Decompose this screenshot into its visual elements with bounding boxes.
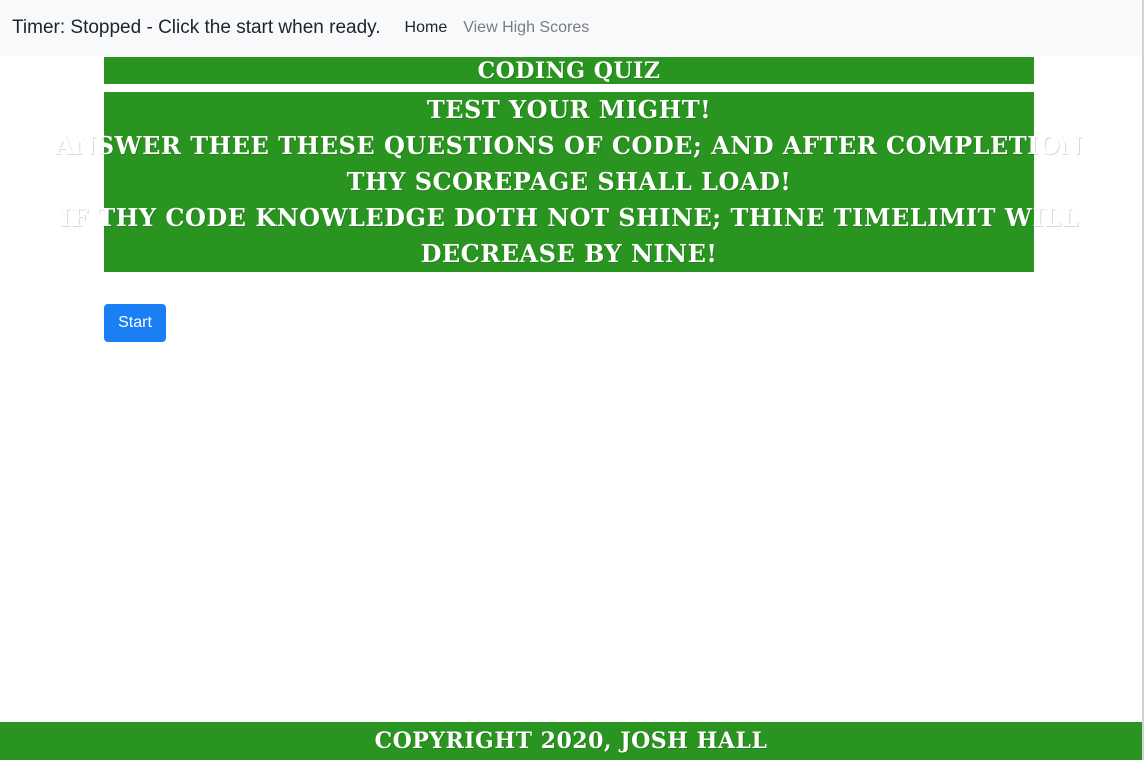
top-navbar: Timer: Stopped - Click the start when re… [0, 0, 1144, 56]
start-button[interactable]: Start [104, 304, 166, 342]
quiz-title-banner: Coding Quiz [104, 57, 1034, 84]
quiz-title: Coding Quiz [477, 57, 661, 84]
intro-line: Answer thee these questions of code; and… [55, 131, 1083, 160]
timer-status: Timer: Stopped - Click the start when re… [12, 17, 381, 38]
nav-link-home[interactable]: Home [405, 19, 448, 37]
nav-link-view-high-scores[interactable]: View High Scores [463, 19, 589, 37]
footer: Copyright 2020, Josh Hall [0, 722, 1142, 760]
copyright-text: Copyright 2020, Josh Hall [374, 728, 768, 754]
intro-line: Test your might! [426, 95, 712, 124]
intro-line: decrease by nine! [420, 239, 718, 268]
intro-line: thy scorepage shall load! [346, 167, 792, 196]
intro-line: If thy code knowledge doth not shine; th… [59, 203, 1079, 232]
quiz-intro-banner: Test your might! Answer thee these quest… [55, 92, 1082, 272]
